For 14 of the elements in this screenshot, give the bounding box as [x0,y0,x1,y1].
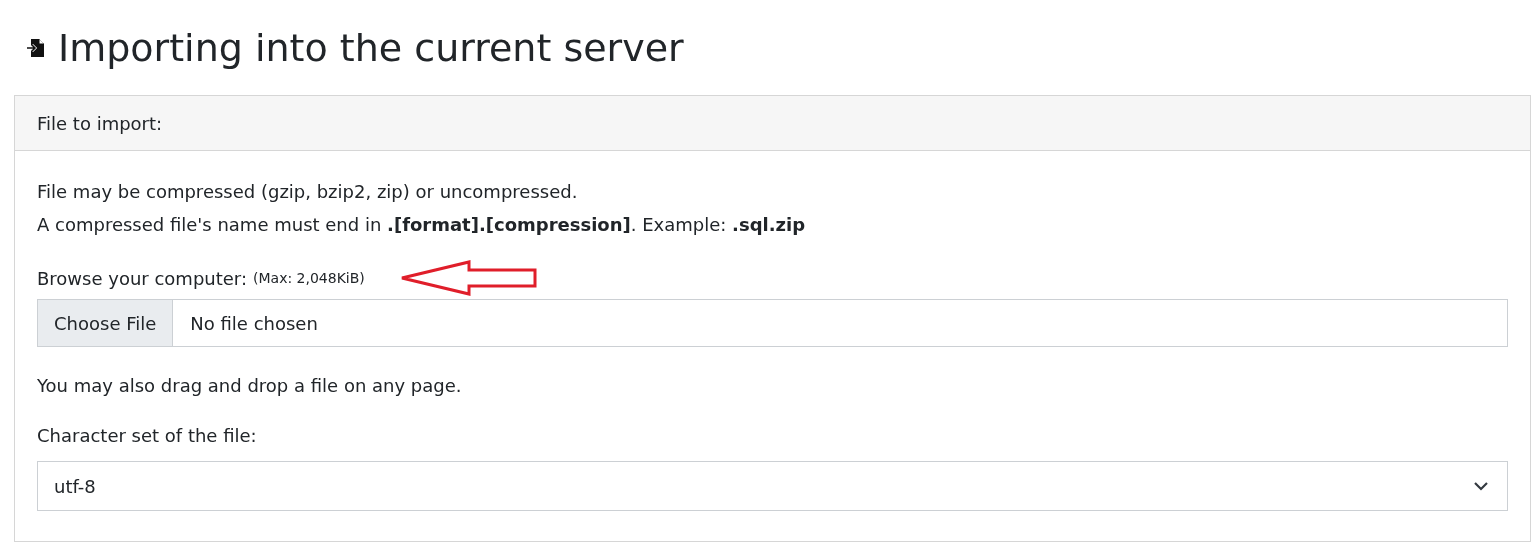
charset-label: Character set of the file: [37,424,258,448]
max-size-text: (Max: 2,048KiB) [253,270,365,286]
file-status: No file chosen [189,312,318,334]
drag-note: You may also drag and drop a file on any page. [37,374,463,398]
choose-file-button[interactable]: Choose File [38,300,174,346]
charset-select[interactable]: utf-8 [37,461,1508,511]
file-input[interactable]: Choose File No file chosen [37,299,1508,347]
help-text: File may be compressed (gzip, bzip2, zip) or uncompressed. [37,180,579,204]
card-header: File to import: [15,96,1530,151]
chevron-down-icon [1473,481,1489,491]
file-import-icon [26,38,46,58]
help-text: A compressed file's name must end in .[format].[compression]. Example: .sql.zip [37,213,807,237]
browse-label: Browse your computer: [37,267,247,289]
page-title: Importing into the current server [58,29,684,67]
